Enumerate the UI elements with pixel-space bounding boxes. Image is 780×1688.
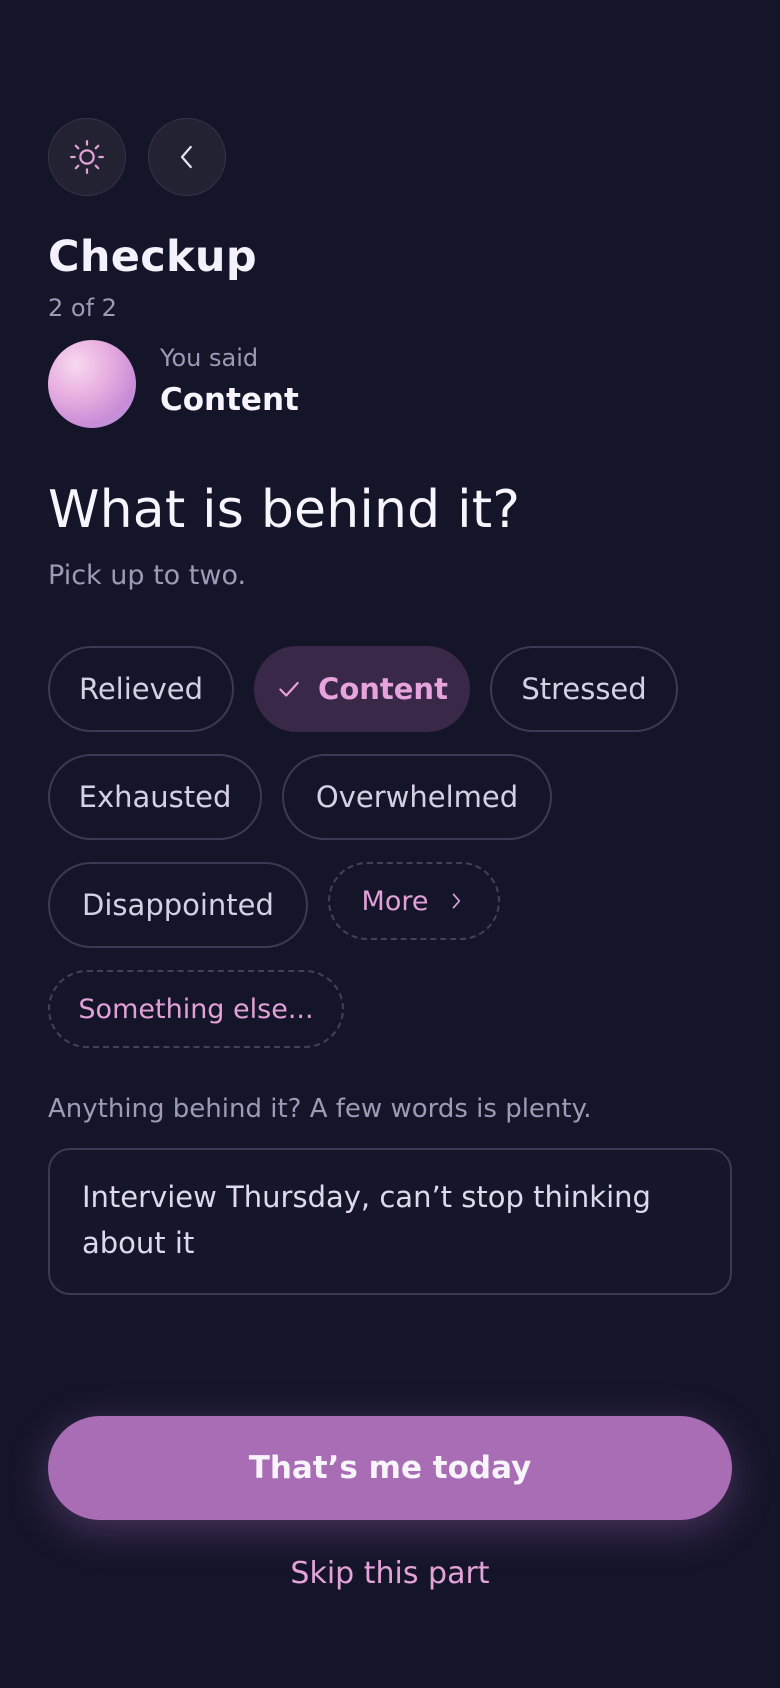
chevron-left-icon: [180, 145, 192, 169]
mood-orb: [48, 340, 136, 428]
skip-link[interactable]: Skip this part: [0, 1556, 780, 1591]
you-said-label: You said: [160, 344, 259, 372]
chip-exhausted[interactable]: Exhausted: [48, 754, 262, 840]
sun-icon: [70, 140, 104, 174]
confirm-button[interactable]: That’s me today: [48, 1416, 732, 1520]
question-title: What is behind it?: [48, 480, 521, 540]
chip-label: Relieved: [78, 672, 204, 706]
notes-prompt: Anything behind it? A few words is plent…: [48, 1094, 592, 1124]
chip-label: Content: [318, 672, 448, 706]
chip-label: Overwhelmed: [315, 780, 519, 814]
you-said-value: Content: [160, 382, 299, 418]
chip-label: Stressed: [521, 672, 647, 706]
more-label: More: [361, 885, 429, 917]
chip-relieved[interactable]: Relieved: [48, 646, 234, 732]
something-else-button[interactable]: Something else...: [48, 970, 344, 1048]
back-button[interactable]: [148, 118, 226, 196]
chip-disappointed[interactable]: Disappointed: [48, 862, 308, 948]
notes-textarea[interactable]: Interview Thursday, can’t stop thinking …: [48, 1148, 732, 1295]
checkup-screen: Checkup 2 of 2 You said Content What is …: [0, 0, 780, 1688]
chevron-right-icon: [446, 891, 466, 911]
check-icon: [276, 676, 302, 702]
chip-label: Exhausted: [78, 780, 232, 814]
something-else-label: Something else...: [78, 993, 314, 1025]
step-indicator: 2 of 2: [48, 294, 117, 322]
chip-stressed[interactable]: Stressed: [490, 646, 678, 732]
more-moods-button[interactable]: More: [328, 862, 500, 940]
page-title: Checkup: [48, 232, 257, 282]
question-hint: Pick up to two.: [48, 560, 247, 591]
chip-overwhelmed[interactable]: Overwhelmed: [282, 754, 552, 840]
theme-toggle-button[interactable]: [48, 118, 126, 196]
chip-label: Disappointed: [82, 888, 274, 922]
chip-content[interactable]: Content: [254, 646, 470, 732]
